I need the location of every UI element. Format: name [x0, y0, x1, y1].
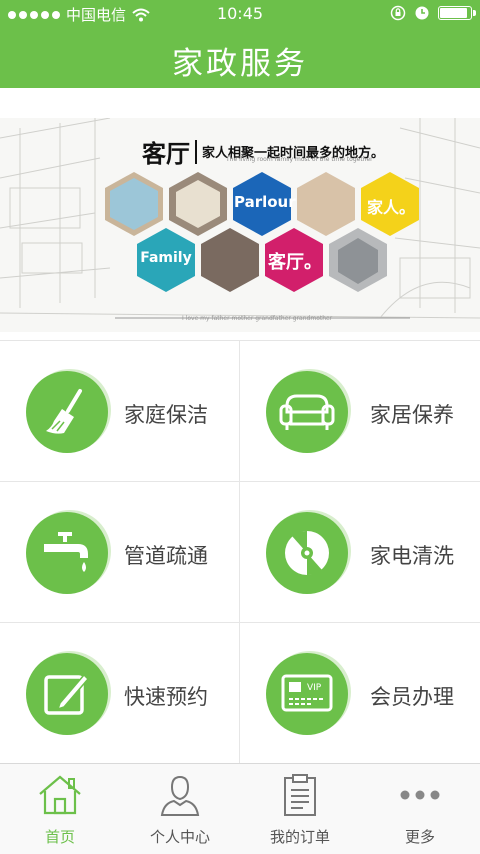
rotation-lock-icon	[390, 5, 406, 21]
battery-icon	[438, 6, 476, 20]
clipboard-icon	[276, 772, 324, 818]
svg-text:VIP: VIP	[307, 683, 322, 693]
vip-card-icon: VIP	[266, 653, 348, 735]
tab-label: 更多	[404, 828, 435, 846]
tab-orders[interactable]: 我的订单	[240, 764, 360, 854]
banner-divider	[195, 139, 197, 164]
banner-footer: I love my father mother grandfather gran…	[182, 315, 333, 322]
status-bar: 中国电信 10:45	[0, 0, 480, 28]
service-label: 管道疏通	[124, 544, 208, 568]
promo-banner[interactable]: 客厅 家人相聚一起时间最多的地方。 The living room family…	[0, 118, 480, 332]
hex-label-parlour: Parlour	[234, 193, 296, 211]
tab-label: 个人中心	[149, 828, 210, 846]
hexagon-collage	[105, 172, 419, 292]
more-icon	[396, 772, 444, 818]
service-pipe-dredging[interactable]: 管道疏通	[0, 482, 240, 623]
service-label: 家居保养	[370, 403, 454, 427]
service-furniture-care[interactable]: 家居保养	[240, 341, 480, 482]
broom-icon	[26, 371, 108, 453]
tab-label: 首页	[44, 828, 75, 846]
page-title: 家政服务	[172, 46, 308, 82]
edit-note-icon	[26, 653, 108, 735]
service-label: 家庭保洁	[124, 403, 208, 427]
tab-label: 我的订单	[269, 828, 330, 846]
banner-subline: The living room family most of the time …	[226, 156, 373, 163]
service-label: 会员办理	[370, 685, 454, 709]
sofa-icon	[266, 371, 348, 453]
alarm-icon	[415, 6, 429, 20]
hex-label-keting: 客厅。	[268, 252, 322, 273]
tab-profile[interactable]: 个人中心	[120, 764, 240, 854]
disc-icon	[266, 512, 348, 594]
service-quick-booking[interactable]: 快速预约	[0, 623, 240, 764]
tab-more[interactable]: 更多	[360, 764, 480, 854]
tab-home[interactable]: 首页	[0, 764, 120, 854]
hex-label-jiaren: 家人。	[366, 198, 415, 217]
bottom-tab-bar: 首页 个人中心 我的订单 更多	[0, 763, 480, 854]
banner-heading: 客厅	[142, 140, 190, 168]
service-home-cleaning[interactable]: 家庭保洁	[0, 341, 240, 482]
user-icon	[156, 772, 204, 818]
service-label: 快速预约	[124, 685, 208, 709]
app-header: 中国电信 10:45 家政服务	[0, 0, 480, 88]
hex-label-family: Family	[140, 250, 192, 266]
service-membership[interactable]: VIP 会员办理	[240, 623, 480, 764]
home-icon	[36, 772, 84, 818]
faucet-icon	[26, 512, 108, 594]
service-label: 家电清洗	[370, 544, 454, 568]
service-appliance-cleaning[interactable]: 家电清洗	[240, 482, 480, 623]
service-grid: 家庭保洁 家居保养 管道疏通 家电清洗 快速预约 VIP 会员办理	[0, 340, 480, 764]
